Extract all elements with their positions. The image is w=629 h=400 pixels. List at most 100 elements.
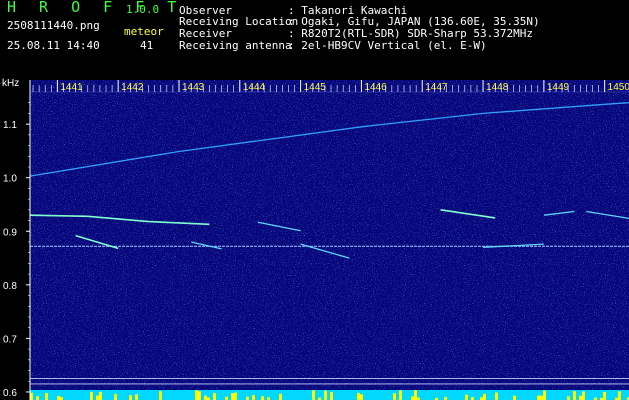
noise-floor-bar xyxy=(390,390,393,400)
spectrogram-chart: kHz 1441 1442 1443 1444 1445 1446 1447 1448 1449… xyxy=(2,78,629,400)
noise-floor-bar xyxy=(288,392,291,400)
noise-floor-bar xyxy=(528,395,531,400)
noise-floor-bar xyxy=(198,391,201,400)
noise-floor-bar xyxy=(93,393,96,400)
noise-floor-bar xyxy=(165,391,168,400)
noise-floor-bar xyxy=(126,392,129,400)
noise-floor-bar xyxy=(591,391,594,400)
noise-floor-bar xyxy=(291,390,294,400)
antenna-key: Receiving antenna xyxy=(179,39,292,52)
noise-floor-bar xyxy=(138,393,141,400)
noise-floor-bar xyxy=(441,392,444,400)
noise-floor-bar xyxy=(183,393,186,400)
x-tick-label: 1450 xyxy=(608,82,629,93)
noise-floor-bar xyxy=(231,393,234,400)
y-tick-label: 0.9 xyxy=(3,227,17,238)
noise-floor-bar xyxy=(375,390,378,400)
x-tick-label: 1448 xyxy=(486,82,509,93)
noise-floor-bar xyxy=(432,391,435,400)
noise-floor-bar xyxy=(423,392,426,400)
noise-floor-bar xyxy=(450,393,453,400)
noise-floor-bar xyxy=(237,394,240,400)
noise-floor-bar xyxy=(246,396,249,400)
noise-floor-bar xyxy=(360,394,363,400)
noise-floor-bar xyxy=(297,396,300,400)
x-tick-label: 1441 xyxy=(60,82,83,93)
noise-floor-bar xyxy=(549,394,552,400)
noise-floor-bar xyxy=(453,394,456,400)
noise-floor-bar xyxy=(81,391,84,400)
app-version: 1.0.0 xyxy=(126,3,160,16)
x-tick-label: 1446 xyxy=(364,82,387,93)
x-tick-label: 1447 xyxy=(425,82,448,93)
noise-floor-bar xyxy=(294,396,297,400)
noise-floor-bar xyxy=(501,390,504,400)
noise-floor-bar xyxy=(564,393,567,400)
noise-floor-bar xyxy=(234,392,237,400)
noise-floor-bar xyxy=(576,393,579,400)
noise-floor-bar xyxy=(153,393,156,400)
image-filename: 2508111440.png xyxy=(7,19,100,32)
noise-floor-bar xyxy=(465,394,468,400)
meteor-count-value: 41 xyxy=(140,39,154,52)
noise-floor-bar xyxy=(282,394,285,400)
noise-floor-bar xyxy=(387,395,390,400)
noise-floor-bar xyxy=(537,395,540,400)
noise-floor-bar xyxy=(303,392,306,400)
noise-floor-bar xyxy=(393,393,396,400)
noise-floor-bar xyxy=(75,391,78,400)
noise-floor-bar xyxy=(144,390,147,400)
noise-floor-bar xyxy=(279,393,282,400)
noise-floor-bar xyxy=(306,393,309,400)
noise-floor-bar xyxy=(405,394,408,400)
noise-floor-bar xyxy=(342,395,345,400)
noise-floor-bar xyxy=(366,391,369,400)
noise-floor-bar xyxy=(264,392,267,400)
noise-floor-bar xyxy=(204,395,207,400)
noise-floor-bar xyxy=(42,391,45,400)
noise-floor-bar xyxy=(33,395,36,400)
noise-floor-bar xyxy=(276,392,279,400)
x-tick-label: 1443 xyxy=(182,82,205,93)
noise-floor-bar xyxy=(351,393,354,400)
noise-floor-bar xyxy=(582,391,585,400)
noise-floor-bar xyxy=(186,395,189,400)
noise-floor-bar xyxy=(420,395,423,400)
noise-floor-bar xyxy=(216,392,219,400)
y-tick-label: 1.1 xyxy=(3,120,17,131)
x-tick-label: 1449 xyxy=(547,82,570,93)
noise-floor-bar xyxy=(66,394,69,400)
noise-floor-bar xyxy=(477,394,480,400)
noise-floor-bar xyxy=(51,395,54,400)
x-tick-label: 1444 xyxy=(243,82,266,93)
antenna-value: : 2el-HB9CV Vertical (el. E-W) xyxy=(288,39,487,52)
noise-floor-bar xyxy=(102,392,105,400)
noise-floor-bar xyxy=(117,394,120,400)
noise-floor-bar xyxy=(243,392,246,400)
noise-floor-bar xyxy=(300,390,303,400)
noise-floor-bar xyxy=(48,390,51,400)
noise-floor-bar xyxy=(258,391,261,400)
noise-floor-bar xyxy=(510,390,513,400)
noise-floor-bar xyxy=(552,393,555,400)
y-tick-label: 0.8 xyxy=(3,281,17,292)
noise-floor-bar xyxy=(330,392,333,400)
y-tick-label: 0.6 xyxy=(3,388,17,399)
noise-floor-bar xyxy=(72,392,75,400)
noise-floor-bar xyxy=(483,393,486,400)
noise-floor-bar xyxy=(87,391,90,400)
noise-floor-bar xyxy=(195,390,198,400)
noise-floor-bar xyxy=(312,390,315,400)
noise-floor-bar xyxy=(414,390,417,400)
noise-floor-bar xyxy=(489,392,492,400)
noise-floor-bar xyxy=(201,394,204,400)
y-axis-unit-label: kHz xyxy=(2,78,19,89)
noise-floor-bar xyxy=(558,393,561,400)
noise-floor-bar xyxy=(84,391,87,400)
noise-floor-bar xyxy=(369,393,372,400)
plot-noise-texture xyxy=(30,80,629,400)
noise-floor-bar xyxy=(561,393,564,400)
noise-floor-bar xyxy=(69,393,72,400)
noise-floor-bar xyxy=(618,391,621,400)
noise-floor-bar xyxy=(411,396,414,400)
